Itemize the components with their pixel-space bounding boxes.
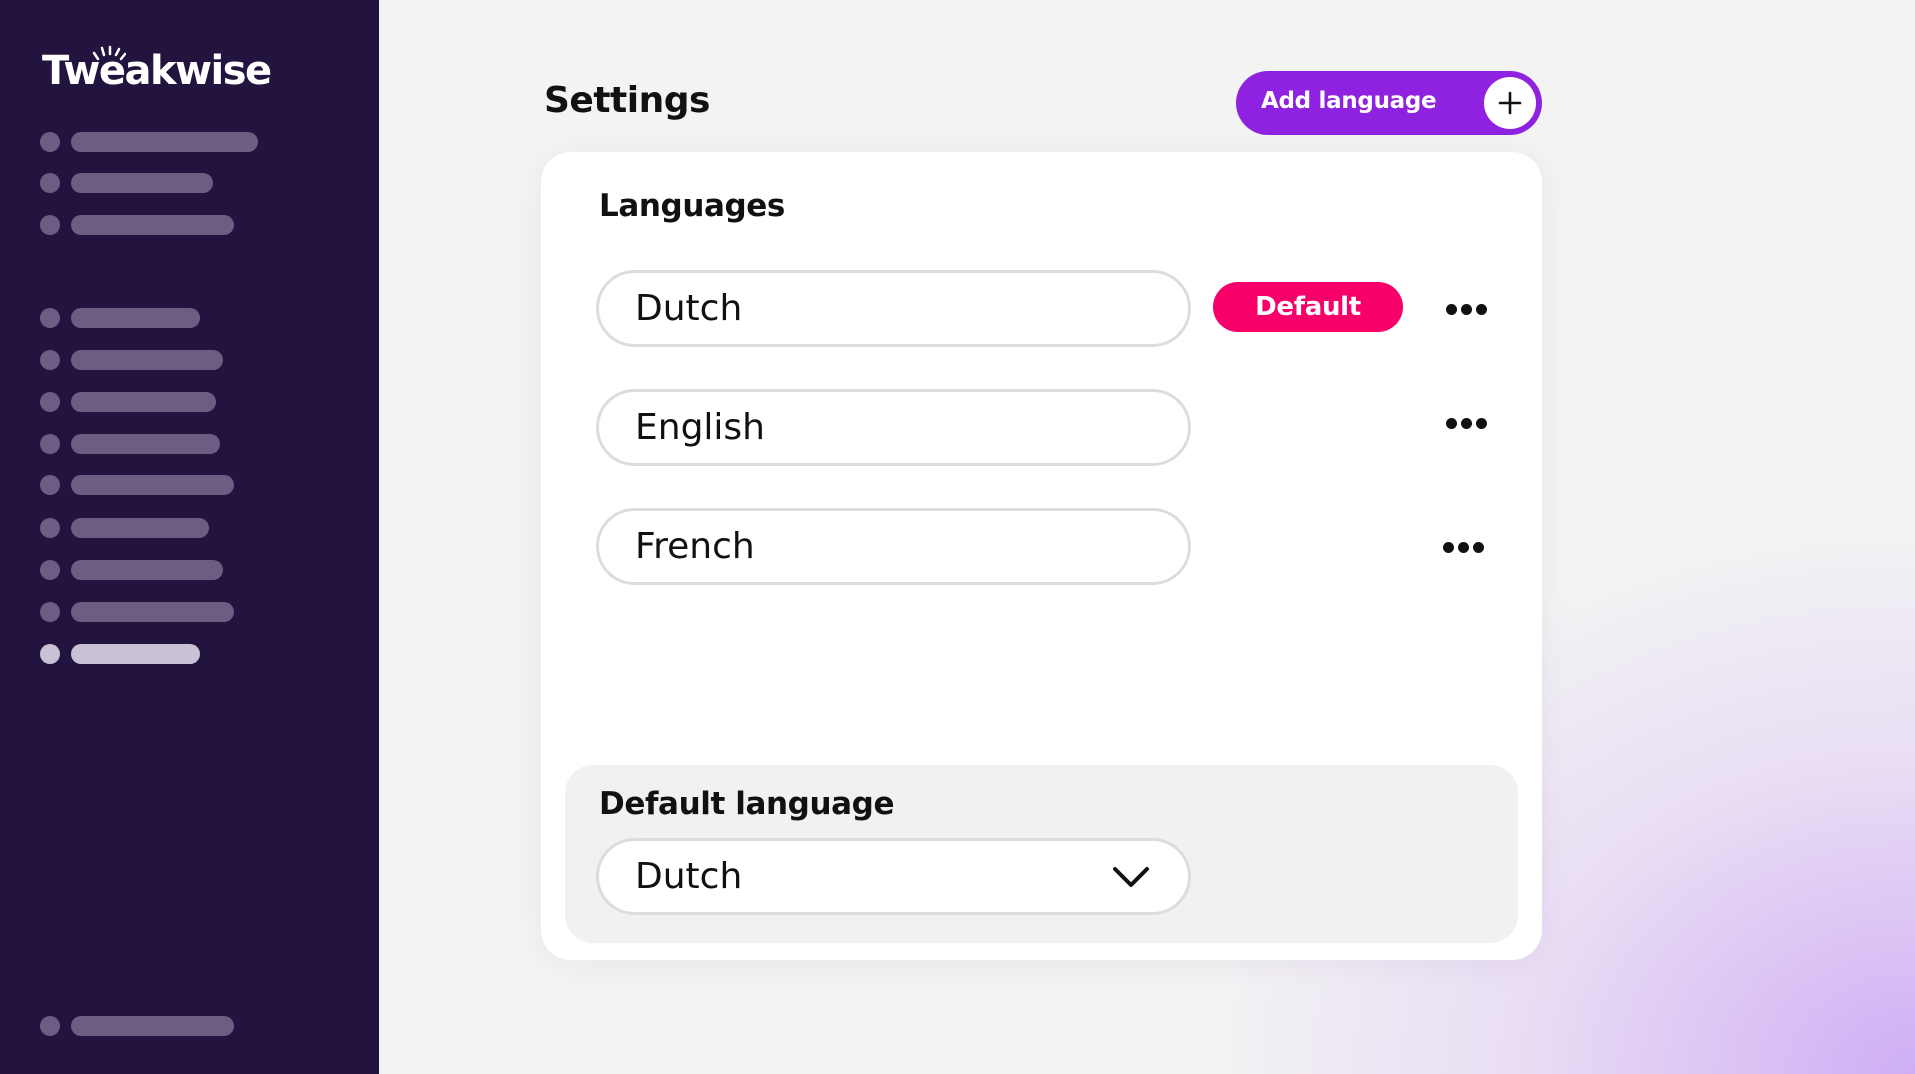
more-horizontal-icon[interactable] [1442,294,1492,324]
page-title: Settings [544,80,710,121]
nav-label-placeholder [71,560,223,580]
more-horizontal-icon[interactable] [1439,532,1489,562]
default-language-heading: Default language [599,786,895,822]
logo-rays-icon [92,45,126,61]
nav-label-placeholder [71,475,234,495]
more-horizontal-icon[interactable] [1442,408,1492,438]
default-language-select[interactable]: Dutch [596,838,1191,915]
nav-label-placeholder [71,602,234,622]
nav-label-placeholder [71,434,220,454]
nav-label-placeholder [71,132,258,152]
language-row-french[interactable]: French [596,508,1191,585]
nav-dot-icon [40,350,60,370]
nav-dot-icon [40,434,60,454]
nav-label-placeholder [71,392,216,412]
nav-dot-icon [40,392,60,412]
language-name: French [635,526,755,567]
nav-dot-icon [40,215,60,235]
language-row-dutch[interactable]: Dutch [596,270,1191,347]
chevron-down-icon [1113,867,1149,887]
nav-dot-icon [40,602,60,622]
nav-label-placeholder [71,1016,234,1036]
selected-language: Dutch [635,856,743,897]
nav-dot-icon [40,475,60,495]
add-language-button[interactable]: Add language [1236,71,1542,135]
default-badge: Default [1213,282,1403,332]
nav-dot-icon [40,308,60,328]
nav-dot-icon [40,132,60,152]
nav-label-placeholder [71,518,209,538]
sidebar: Tweakwise [0,0,379,1074]
language-row-english[interactable]: English [596,389,1191,466]
languages-card: Languages Dutch Default English French D… [541,152,1542,960]
add-language-label: Add language [1261,88,1437,114]
nav-label-placeholder [71,350,223,370]
nav-dot-icon [40,518,60,538]
nav-dot-icon [40,644,60,664]
nav-label-placeholder [71,173,213,193]
default-badge-label: Default [1255,292,1361,322]
language-name: English [635,407,765,448]
nav-label-placeholder [71,308,200,328]
nav-dot-icon [40,560,60,580]
nav-dot-icon [40,173,60,193]
nav-label-placeholder [71,215,234,235]
languages-heading: Languages [599,188,785,224]
nav-dot-icon [40,1016,60,1036]
nav-label-placeholder [71,644,200,664]
plus-icon [1484,77,1536,129]
brand-logo: Tweakwise [42,48,272,94]
language-name: Dutch [635,288,743,329]
default-language-panel: Default language Dutch [565,765,1518,943]
